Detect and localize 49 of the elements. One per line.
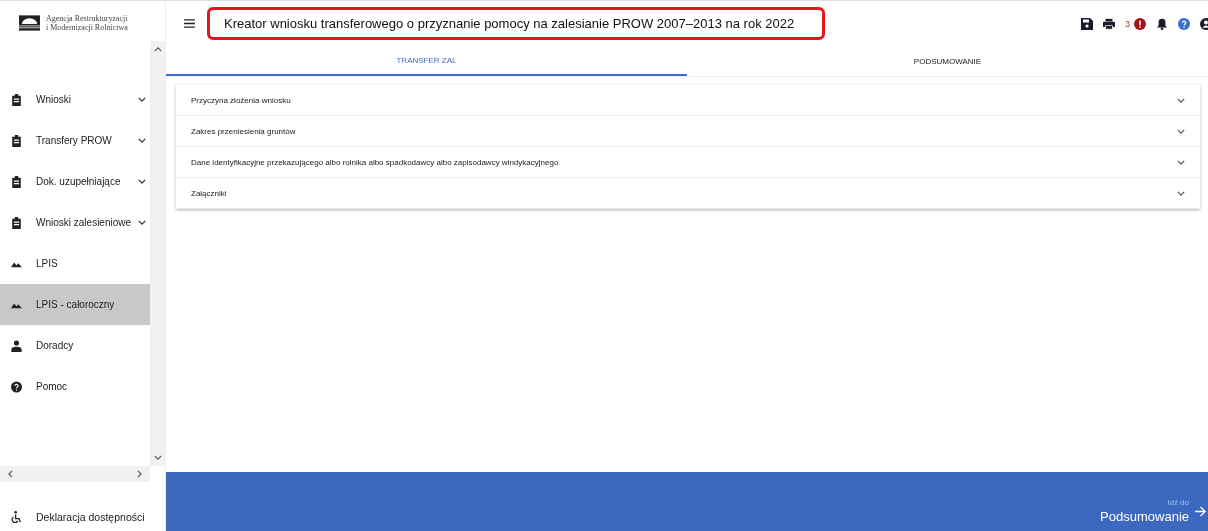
section-title: Zakres przeniesienia gruntów [191,126,296,136]
section-title: Załączniki [191,188,227,198]
sidebar-item[interactable]: Doradcy [0,325,150,366]
clipboard-icon [11,93,22,106]
help-icon[interactable] [1178,17,1190,30]
person-icon [11,339,22,352]
accordion-header[interactable]: Przyczyna złożenia wniosku [176,85,1200,116]
help-icon [11,380,22,393]
clipboard-icon [11,175,22,188]
sidebar-item[interactable]: Transfery PROW [0,120,150,161]
sidebar-item[interactable]: Pomoc [0,366,150,407]
page-title: Kreator wniosku transferowego o przyznanie pomocy na zalesianie PROW 2007–2013 na rok 2022 [207,7,826,40]
tab[interactable]: TRANSFER ZAL [166,46,687,76]
scroll-up-icon[interactable] [153,47,162,52]
next-step-button[interactable]: Idź do Podsumowanie [1092,491,1208,531]
accessibility-link[interactable]: Deklaracja dostępności [0,507,165,527]
save-icon[interactable] [1081,17,1093,30]
chevron-down-icon [136,97,146,102]
sidebar-item[interactable]: Wnioski [0,79,150,120]
scroll-left-icon[interactable] [8,470,13,478]
section-title: Dane identyfikacyjne przekazującego albo rolnika albo spadkodawcy albo zapisodawcy windykacyjnego [191,157,559,167]
tab[interactable]: PODSUMOWANIE [687,46,1208,76]
account-icon[interactable] [1200,17,1208,30]
sidebar-item[interactable]: LPIS [0,243,150,284]
horizontal-scrollbar[interactable] [0,466,150,482]
chevron-down-icon [136,179,146,184]
print-icon[interactable] [1103,17,1115,30]
alert-icon[interactable] [1134,17,1146,30]
chevron-down-icon [136,220,146,225]
sidebar-item[interactable]: LPIS - całoroczny [0,284,150,325]
vertical-scrollbar[interactable] [150,41,165,466]
wheelchair-icon [11,511,22,523]
accordion-header[interactable]: Załączniki [176,178,1200,209]
bell-icon[interactable] [1156,17,1168,30]
section-title: Przyczyna złożenia wniosku [191,95,291,105]
accordion-header[interactable]: Dane identyfikacyjne przekazującego albo rolnika albo spadkodawcy albo zapisodawcy windykacyjnego [176,147,1200,178]
menu-icon[interactable] [184,19,195,28]
sidebar-item[interactable]: Wnioski zalesieniowe [0,202,150,243]
logo-icon [19,15,40,31]
chevron-down-icon [136,138,146,143]
clipboard-icon [11,134,22,147]
scroll-down-icon[interactable] [153,455,162,460]
scroll-right-icon[interactable] [137,470,142,478]
accordion-header[interactable]: Zakres przeniesienia gruntów [176,116,1200,147]
notification-count: 3 [1125,18,1130,29]
sidebar-item[interactable]: Dok. uzupełniające [0,161,150,202]
arrow-right-icon [1195,505,1206,517]
clipboard-icon [11,216,22,229]
agency-name: Agencja Restrukturyzacji i Modernizacji Rolnictwa [46,13,128,33]
